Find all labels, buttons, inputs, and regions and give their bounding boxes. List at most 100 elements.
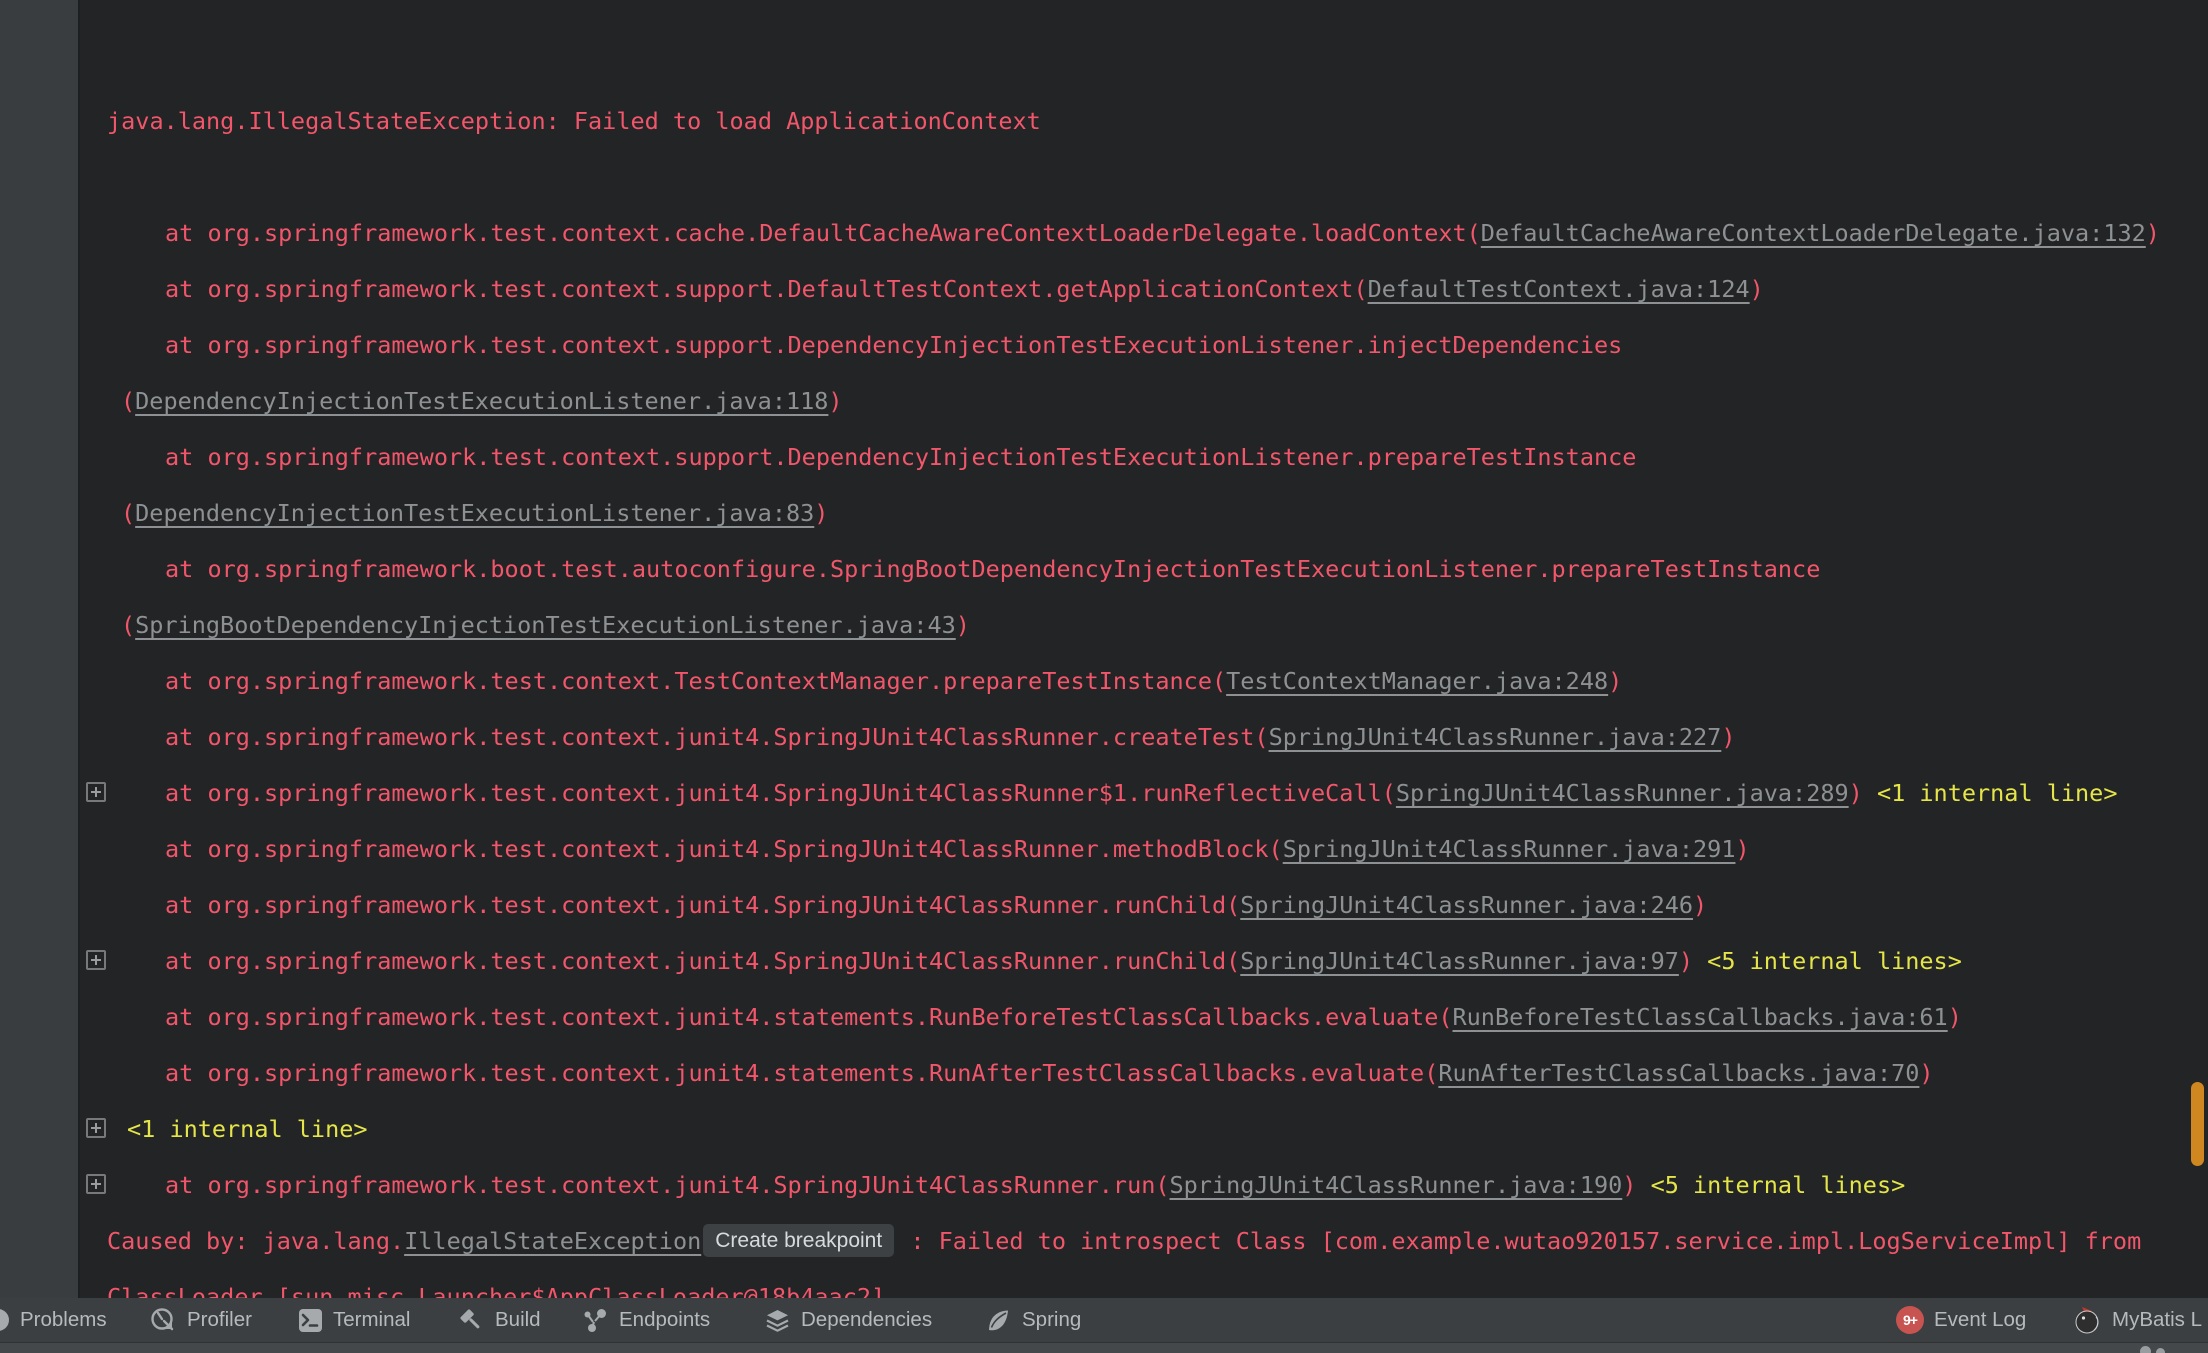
stack-trace-link[interactable]: SpringJUnit4ClassRunner.java:246 [1240, 891, 1693, 919]
profiler-icon [150, 1307, 177, 1334]
console-line: at org.springframework.test.context.juni… [86, 1157, 2208, 1213]
stack-trace-link[interactable]: SpringJUnit4ClassRunner.java:289 [1396, 779, 1849, 807]
fold-expand-icon[interactable] [86, 950, 106, 970]
toolbar-tab-terminal[interactable]: Terminal [298, 1298, 410, 1342]
fold-expand-icon[interactable] [86, 782, 106, 802]
mybatis-icon [2072, 1305, 2102, 1335]
stack-trace-text: ) [814, 499, 829, 527]
console-line: at org.springframework.boot.test.autocon… [107, 541, 2208, 597]
stack-trace-link[interactable]: SpringJUnit4ClassRunner.java:291 [1283, 835, 1736, 863]
status-bar [0, 1342, 2208, 1353]
folded-lines-hint[interactable]: <1 internal line> [1863, 779, 2118, 807]
stack-trace-text: at org.springframework.test.context.juni… [165, 1003, 1453, 1031]
console-line: (DependencyInjectionTestExecutionListene… [107, 485, 2208, 541]
console-line: <1 internal line> [86, 1101, 2208, 1157]
toolbar-tab-event-log[interactable]: 9+ Event Log [1896, 1298, 2026, 1342]
stack-trace-text: ( [121, 499, 136, 527]
stack-trace-link[interactable]: SpringJUnit4ClassRunner.java:190 [1170, 1171, 1623, 1199]
stack-trace-link[interactable]: RunAfterTestClassCallbacks.java:70 [1438, 1059, 1919, 1087]
stack-trace-text: at org.springframework.test.context.Test… [165, 667, 1227, 695]
toolbar-tab-label: Event Log [1934, 1308, 2027, 1331]
stack-trace-link[interactable]: IllegalStateException [404, 1227, 701, 1255]
console-line: at org.springframework.test.context.juni… [107, 1045, 2208, 1101]
create-breakpoint-hint[interactable]: Create breakpoint [703, 1224, 895, 1257]
toolbar-tab-problems[interactable]: Problems [0, 1298, 107, 1342]
terminal-icon [298, 1308, 323, 1333]
stack-trace-text: at org.springframework.test.context.juni… [165, 779, 1396, 807]
console-line: at org.springframework.test.context.Test… [107, 653, 2208, 709]
stack-trace-text: : Failed to introspect Class [com.exampl… [896, 1227, 2142, 1255]
toolbar-tab-profiler[interactable]: Profiler [150, 1298, 252, 1342]
endpoints-icon [582, 1307, 609, 1334]
console-line: ClassLoader [sun.misc.Launcher$AppClassL… [107, 1269, 2208, 1298]
stack-trace-text: at org.springframework.test.context.juni… [165, 835, 1283, 863]
problems-icon [0, 1308, 10, 1332]
stack-trace-text: ) [1947, 1003, 1962, 1031]
build-icon [458, 1307, 485, 1334]
console-line: at org.springframework.test.context.juni… [107, 821, 2208, 877]
stack-trace-link[interactable]: DependencyInjectionTestExecutionListener… [135, 387, 828, 415]
console-line: java.lang.IllegalStateException: Failed … [107, 93, 2208, 149]
stack-trace-link[interactable]: DefaultCacheAwareContextLoaderDelegate.j… [1481, 219, 2146, 247]
toolbar-tab-label: MyBatis L [2112, 1308, 2202, 1331]
stack-trace-link[interactable]: SpringJUnit4ClassRunner.java:97 [1240, 947, 1679, 975]
stack-trace-text: ) [1608, 667, 1623, 695]
stack-trace-text: at org.springframework.test.context.juni… [165, 1171, 1170, 1199]
toolbar-tab-mybatis-l[interactable]: MyBatis L [2072, 1298, 2202, 1342]
stack-trace-text: ) [1678, 947, 1694, 975]
tool-window-bar: Problems Profiler Terminal Build Endpoints De… [0, 1298, 2208, 1342]
stack-trace-text: ) [1721, 723, 1736, 751]
stack-trace-text: ( [121, 387, 136, 415]
toolbar-tab-label: Spring [1022, 1308, 1082, 1331]
stack-trace-text: ) [1749, 275, 1764, 303]
stack-trace-text: ) [828, 387, 843, 415]
console-line: at org.springframework.test.context.cach… [107, 205, 2208, 261]
stack-trace-text: at org.springframework.test.context.juni… [165, 947, 1241, 975]
stack-trace-link[interactable]: RunBeforeTestClassCallbacks.java:61 [1453, 1003, 1948, 1031]
stack-trace-text: ) [2145, 219, 2160, 247]
stack-trace-text: at org.springframework.test.context.supp… [165, 275, 1368, 303]
console-line: at org.springframework.test.context.supp… [107, 317, 2208, 373]
stack-trace-link[interactable]: DefaultTestContext.java:124 [1368, 275, 1750, 303]
stack-trace-link[interactable]: TestContextManager.java:248 [1226, 667, 1608, 695]
stack-trace-text: at org.springframework.test.context.supp… [165, 331, 1623, 359]
stack-trace-text: ClassLoader [sun.misc.Launcher$AppClassL… [107, 1283, 886, 1298]
console-line: at org.springframework.test.context.supp… [107, 261, 2208, 317]
toolbar-tab-label: Problems [20, 1308, 107, 1331]
toolbar-tab-spring[interactable]: Spring [985, 1298, 1081, 1342]
tool-window-gutter [0, 0, 80, 1298]
console-line: at org.springframework.test.context.juni… [86, 933, 2208, 989]
folded-lines-hint[interactable]: <5 internal lines> [1636, 1171, 1906, 1199]
toolbar-tab-label: Build [495, 1308, 541, 1331]
stack-trace-text: at org.springframework.test.context.juni… [165, 891, 1241, 919]
stack-trace-text: ) [1622, 1171, 1637, 1199]
console-line: at org.springframework.test.context.juni… [107, 989, 2208, 1045]
toolbar-tab-dependencies[interactable]: Dependencies [764, 1298, 932, 1342]
toolbar-tab-endpoints[interactable]: Endpoints [582, 1298, 710, 1342]
stack-trace-text: ) [1693, 891, 1708, 919]
spring-icon [985, 1307, 1012, 1334]
toolbar-tab-build[interactable]: Build [458, 1298, 541, 1342]
stack-trace-link[interactable]: SpringJUnit4ClassRunner.java:227 [1269, 723, 1722, 751]
folded-lines-hint[interactable]: <5 internal lines> [1693, 947, 1962, 975]
stack-trace-link[interactable]: SpringBootDependencyInjectionTestExecuti… [135, 611, 956, 639]
event-log-icon: 9+ [1896, 1306, 1924, 1334]
stack-trace-text: Caused by: java.lang. [107, 1227, 405, 1255]
console-line: Caused by: java.lang.IllegalStateExcepti… [107, 1213, 2208, 1269]
stack-trace-text: at org.springframework.test.context.juni… [165, 723, 1269, 751]
dependencies-icon [764, 1307, 791, 1334]
stack-trace-text: at org.springframework.boot.test.autocon… [165, 555, 1821, 583]
toolbar-tab-label: Terminal [333, 1308, 411, 1331]
scrollbar-error-stripe-marker[interactable] [2191, 1082, 2204, 1166]
stack-trace-text: ( [121, 611, 136, 639]
folded-lines-hint[interactable]: <1 internal line> [127, 1115, 368, 1143]
stack-trace-text: at org.springframework.test.context.cach… [165, 219, 1481, 247]
console-line: at org.springframework.test.context.supp… [107, 429, 2208, 485]
fold-expand-icon[interactable] [86, 1118, 106, 1138]
console-line: at org.springframework.test.context.juni… [107, 877, 2208, 933]
status-bar-icon-dot [2156, 1348, 2165, 1353]
stack-trace-link[interactable]: DependencyInjectionTestExecutionListener… [135, 499, 814, 527]
fold-expand-icon[interactable] [86, 1174, 106, 1194]
stack-trace-text: ) [1848, 779, 1863, 807]
